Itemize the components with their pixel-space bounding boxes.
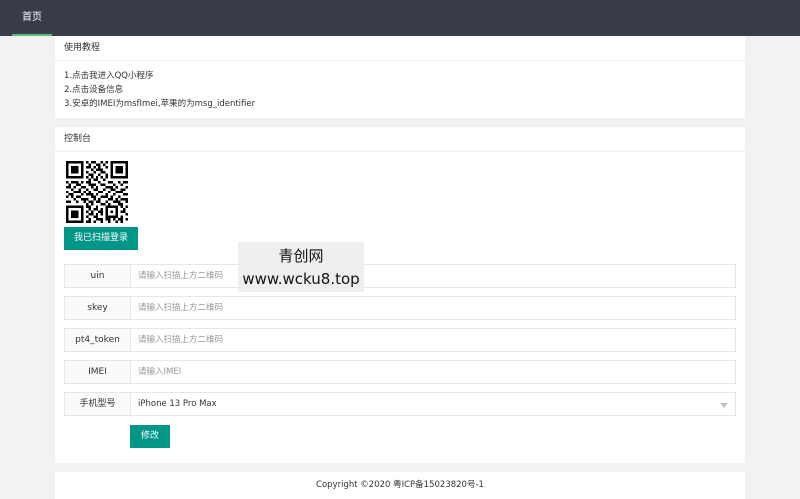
top-nav-bar: 首页 [0,0,800,36]
watermark: 青创网 www.wcku8.top [238,242,364,292]
form-row-pt4-token: pt4_token [64,328,736,352]
console-title: 控制台 [55,127,745,152]
tutorial-lines: 1.点击我进入QQ小程序 2.点击设备信息 3.安卓的IMEI为msfImei,… [55,61,745,119]
qr-code-icon [66,161,128,223]
uin-label: uin [64,264,130,288]
pt4-token-input[interactable] [130,328,736,352]
chevron-down-icon [720,403,728,408]
skey-label: skey [64,296,130,320]
modify-button[interactable]: 修改 [130,425,170,448]
footer: Copyright ©2020 粤ICP备15023820号-1 [55,472,745,499]
console-card: 控制台 我已扫描登录 uin skey pt4_token IMEI 手机型号 … [55,127,745,463]
form-row-skey: skey [64,296,736,320]
tutorial-line: 2.点击设备信息 [64,85,124,95]
nav-active-indicator [12,34,52,36]
skey-input[interactable] [130,296,736,320]
form-row-uin: uin [64,264,736,288]
watermark-line1: 青创网 [278,247,324,265]
nav-item-home[interactable]: 首页 [12,0,52,36]
scan-login-button[interactable]: 我已扫描登录 [64,227,138,250]
tutorial-title: 使用教程 [55,36,745,61]
imei-label: IMEI [64,360,130,384]
footer-copyright: Copyright ©2020 粤ICP备15023820号-1 [316,480,484,490]
tutorial-line: 1.点击我进入QQ小程序 [64,71,154,81]
phone-model-selected: iPhone 13 Pro Max [138,399,217,409]
form-row-imei: IMEI [64,360,736,384]
imei-input[interactable] [130,360,736,384]
tutorial-line: 3.安卓的IMEI为msfImei,苹果的为msg_identifier [64,99,256,109]
form-row-phone-model: 手机型号 iPhone 13 Pro Max [64,392,736,416]
pt4-token-label: pt4_token [64,328,130,352]
watermark-line2: www.wcku8.top [242,270,360,288]
uin-input[interactable] [130,264,736,288]
nav-home-label: 首页 [22,12,42,23]
phone-model-label: 手机型号 [64,392,130,416]
phone-model-select[interactable]: iPhone 13 Pro Max [130,392,736,416]
tutorial-card: 使用教程 1.点击我进入QQ小程序 2.点击设备信息 3.安卓的IMEI为msf… [55,36,745,118]
